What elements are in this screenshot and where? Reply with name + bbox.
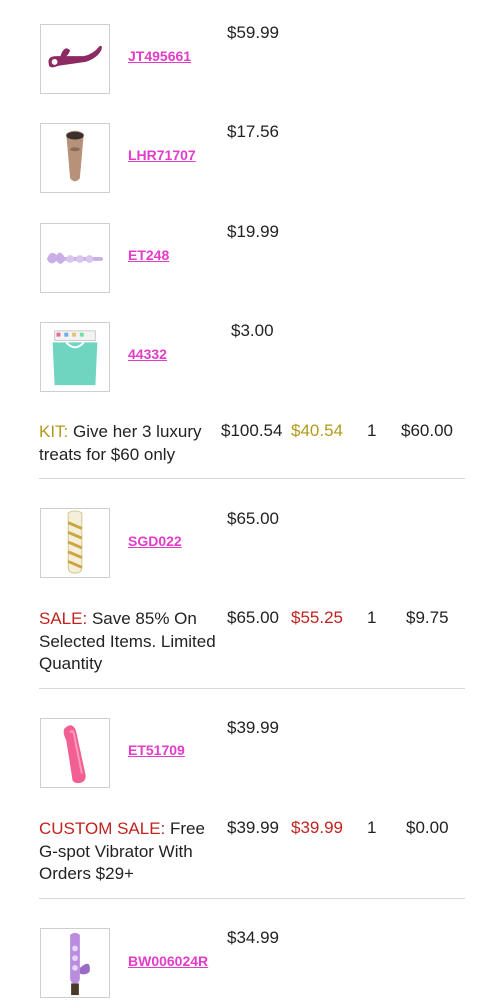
product-price: $39.99 [227, 718, 279, 737]
product-thumbnail[interactable] [40, 24, 110, 94]
promo-description: KIT: Give her 3 luxury treats for $60 on… [39, 421, 221, 466]
product-sku-link[interactable]: JT495661 [128, 48, 191, 64]
product-price: $65.00 [227, 509, 279, 528]
promo-discount-price: $55.25 [291, 608, 343, 627]
promo-discount-price: $39.99 [291, 818, 343, 837]
promo-saving: $0.00 [406, 818, 449, 837]
promo-saving: $60.00 [401, 421, 453, 440]
row-divider [39, 688, 465, 689]
product-thumbnail[interactable] [40, 123, 110, 193]
product-price: $19.99 [227, 222, 279, 241]
promo-discount-price: $40.54 [291, 421, 343, 440]
promo-original-price: $39.99 [227, 818, 279, 837]
product-sku-link[interactable]: SGD022 [128, 533, 182, 549]
promo-tag: CUSTOM SALE: [39, 819, 166, 838]
product-price: $34.99 [227, 928, 279, 947]
product-thumbnail[interactable] [40, 508, 110, 578]
product-sku-link[interactable]: ET51709 [128, 742, 185, 758]
gspot-vibrator-icon [63, 725, 86, 784]
gold-glass-dildo-icon [67, 510, 83, 574]
purple-rabbit-icon [70, 932, 90, 996]
promo-description: SALE: Save 85% On Selected Items. Limite… [39, 608, 221, 676]
product-thumbnail[interactable] [40, 322, 110, 392]
product-thumbnail[interactable] [40, 928, 110, 998]
promo-tag: KIT: [39, 422, 69, 441]
product-thumbnail[interactable] [40, 223, 110, 293]
product-price: $59.99 [227, 23, 279, 42]
product-sku-link[interactable]: 44332 [128, 346, 167, 362]
promo-original-price: $100.54 [221, 421, 283, 440]
product-thumbnail[interactable] [40, 718, 110, 788]
promo-description: CUSTOM SALE: Free G-spot Vibrator With O… [39, 818, 221, 886]
product-sku-link[interactable]: LHR71707 [128, 147, 196, 163]
promo-quantity: 1 [367, 421, 377, 440]
product-sku-link[interactable]: BW006024R [128, 953, 208, 969]
promo-quantity: 1 [367, 608, 377, 627]
product-price: $3.00 [231, 321, 274, 340]
product-price: $17.56 [227, 122, 279, 141]
promo-tag: SALE: [39, 609, 88, 628]
rabbit-vibrator-icon [48, 45, 102, 68]
promo-saving: $9.75 [406, 608, 449, 627]
promo-quantity: 1 [367, 818, 377, 837]
gift-bag-icon [52, 330, 98, 386]
promo-original-price: $65.00 [227, 608, 279, 627]
row-divider [39, 478, 465, 479]
glass-wand-icon [46, 252, 104, 264]
row-divider [39, 898, 465, 899]
suction-toy-icon [66, 130, 84, 182]
product-sku-link[interactable]: ET248 [128, 247, 169, 263]
